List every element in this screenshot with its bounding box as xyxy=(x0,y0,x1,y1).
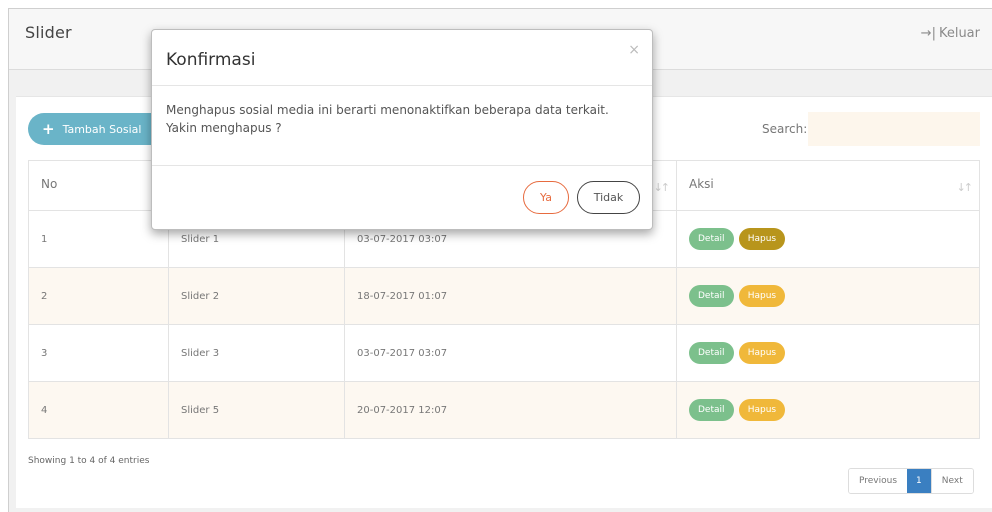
detail-button[interactable]: Detail xyxy=(689,399,734,421)
table-row: 2 Slider 2 18-07-2017 01:07 Detail Hapus xyxy=(28,267,980,325)
logout-label: Keluar xyxy=(938,26,980,41)
cell-actions: Detail Hapus xyxy=(676,381,980,439)
cell-no: 2 xyxy=(28,267,169,325)
add-social-label: Tambah Sosial xyxy=(62,122,142,136)
close-icon[interactable]: × xyxy=(628,42,640,58)
delete-button[interactable]: Hapus xyxy=(738,285,786,307)
delete-button[interactable]: Hapus xyxy=(738,342,786,364)
page-title: Slider xyxy=(25,23,72,42)
delete-button[interactable]: Hapus xyxy=(738,228,786,250)
cell-no: 4 xyxy=(28,381,169,439)
logout-link[interactable]: →| Keluar xyxy=(921,26,980,41)
next-page-button[interactable]: Next xyxy=(930,469,973,493)
confirm-no-button[interactable]: Tidak xyxy=(577,181,640,214)
dialog-message-line: Menghapus sosial media ini berarti menon… xyxy=(166,103,609,117)
plus-icon: + xyxy=(42,119,55,138)
cell-date: 20-07-2017 12:07 xyxy=(344,381,677,439)
cell-date: 18-07-2017 01:07 xyxy=(344,267,677,325)
table-row: 3 Slider 3 03-07-2017 03:07 Detail Hapus xyxy=(28,324,980,382)
dialog-divider xyxy=(152,85,652,86)
cell-actions: Detail Hapus xyxy=(676,324,980,382)
exit-arrow-icon: →| xyxy=(920,26,936,41)
cell-name: Slider 3 xyxy=(168,324,345,382)
delete-button[interactable]: Hapus xyxy=(738,399,786,421)
cell-name: Slider 5 xyxy=(168,381,345,439)
cell-date: 03-07-2017 03:07 xyxy=(344,324,677,382)
column-header-label: No xyxy=(41,177,58,191)
confirm-yes-button[interactable]: Ya xyxy=(523,181,569,214)
confirm-dialog: Konfirmasi × Menghapus sosial media ini … xyxy=(151,29,653,230)
detail-button[interactable]: Detail xyxy=(689,342,734,364)
column-header-no[interactable]: No xyxy=(28,160,169,211)
cell-no: 1 xyxy=(28,210,169,268)
cell-actions: Detail Hapus xyxy=(676,210,980,268)
dialog-message: Menghapus sosial media ini berarti menon… xyxy=(166,101,636,137)
detail-button[interactable]: Detail xyxy=(689,228,734,250)
detail-button[interactable]: Detail xyxy=(689,285,734,307)
search-label: Search: xyxy=(762,122,808,136)
dialog-title: Konfirmasi xyxy=(166,50,256,70)
cell-name: Slider 2 xyxy=(168,267,345,325)
search-input[interactable] xyxy=(808,112,980,146)
cell-no: 3 xyxy=(28,324,169,382)
column-header-aksi[interactable]: Aksi ↓↑ xyxy=(676,160,980,211)
column-header-label: Aksi xyxy=(689,177,714,191)
sort-icon: ↓↑ xyxy=(653,181,671,194)
sort-icon: ↓↑ xyxy=(956,181,974,194)
dialog-divider xyxy=(152,165,652,166)
entries-info: Showing 1 to 4 of 4 entries xyxy=(28,456,150,466)
table-row: 4 Slider 5 20-07-2017 12:07 Detail Hapus xyxy=(28,381,980,439)
dialog-message-line: Yakin menghapus ? xyxy=(166,121,282,135)
pagination: Previous 1 Next xyxy=(848,468,974,494)
page-1-button[interactable]: 1 xyxy=(907,469,931,493)
previous-page-button[interactable]: Previous xyxy=(849,469,908,493)
cell-actions: Detail Hapus xyxy=(676,267,980,325)
